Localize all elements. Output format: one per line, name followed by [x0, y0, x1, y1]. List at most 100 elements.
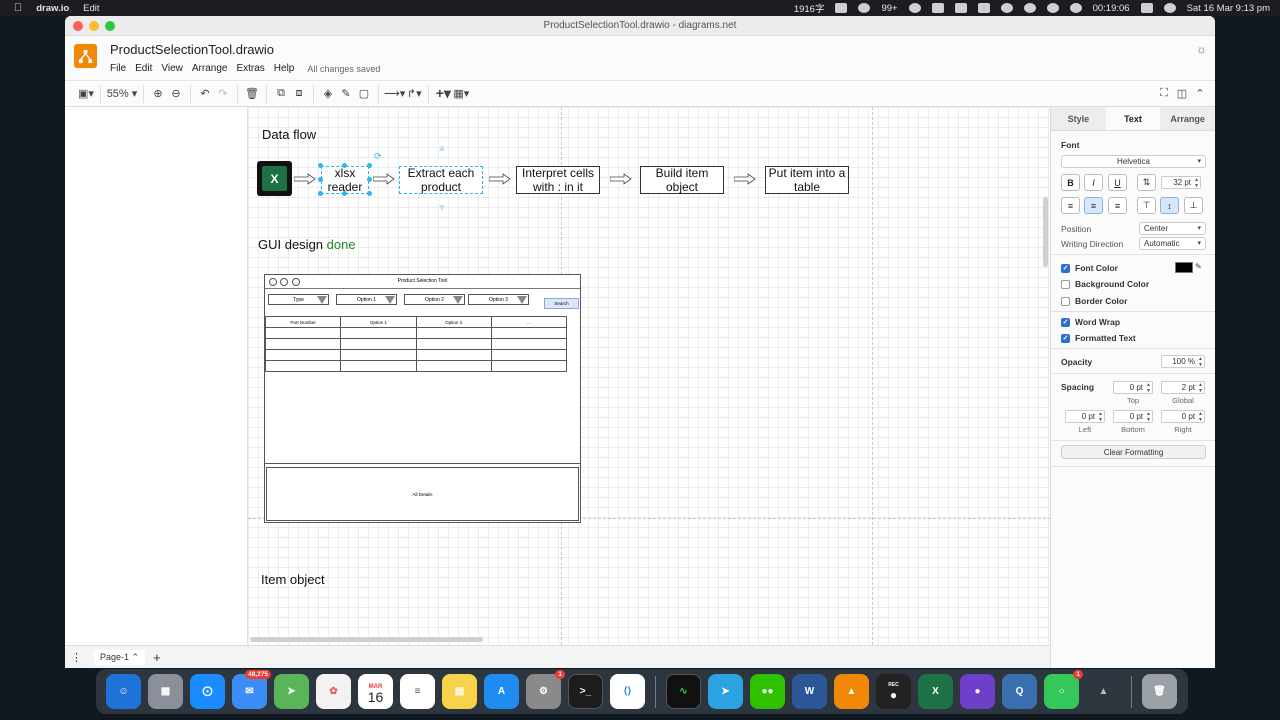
align-bottom-icon[interactable]: ⊥	[1184, 197, 1203, 214]
theme-toggle-icon[interactable]: ☼	[1196, 42, 1207, 56]
excel-file-icon[interactable]: X	[257, 161, 292, 196]
flow-arrow[interactable]	[373, 173, 395, 185]
item-object-label[interactable]: Item object	[261, 572, 325, 587]
siri-icon[interactable]	[1163, 3, 1176, 13]
resize-handle[interactable]	[318, 177, 323, 182]
drawio-dock-icon[interactable]: ▲	[834, 674, 869, 709]
word-count-status[interactable]: 1916字	[794, 1, 825, 15]
italic-button[interactable]: I	[1084, 174, 1103, 191]
spacing-global-input[interactable]: 2 pt ▲ ▼	[1161, 381, 1205, 394]
format-panel-icon[interactable]: ◫	[1173, 84, 1191, 104]
tab-arrange[interactable]: Arrange	[1160, 107, 1215, 130]
system-settings-icon[interactable]: ⚙ 1	[526, 670, 565, 709]
menu-file[interactable]: File	[110, 63, 126, 74]
menubar-edit[interactable]: Edit	[83, 3, 99, 14]
app-store-icon[interactable]: A	[484, 674, 519, 709]
zoom-dropdown[interactable]: 55% ▾	[106, 84, 138, 104]
line-color-icon[interactable]: ✎	[337, 84, 355, 104]
align-left-icon[interactable]: ≡	[1061, 197, 1080, 214]
spacing-bottom-input[interactable]: 0 pt ▲ ▼	[1113, 410, 1153, 423]
rotate-handle-icon[interactable]: ⟳	[374, 151, 382, 162]
table-insert-icon[interactable]: ▦▾	[452, 84, 470, 104]
font-size-input[interactable]: 32 pt ▲ ▼	[1161, 176, 1201, 189]
status-s-icon[interactable]	[931, 3, 944, 13]
flow-arrow[interactable]	[734, 173, 756, 185]
resize-handle[interactable]	[367, 191, 372, 196]
mail-icon[interactable]: ✉ 48,275	[232, 670, 271, 709]
font-color-checkbox[interactable]: ✓ Font Color	[1061, 263, 1118, 273]
format-panel-toggle-icon[interactable]: ▣▾	[77, 84, 95, 104]
resize-handle[interactable]	[367, 163, 372, 168]
messages-icon[interactable]: ○ 1	[1044, 670, 1083, 709]
resize-handle[interactable]	[318, 163, 323, 168]
stepper-icon[interactable]: ▲ ▼	[1198, 356, 1203, 368]
resize-handle[interactable]	[367, 177, 372, 182]
launchpad-icon[interactable]: ▩	[148, 674, 183, 709]
gui-design-label[interactable]: GUI design done	[258, 237, 356, 252]
gui-mockup[interactable]: Product Selection Tool Type Option 1 Opt…	[264, 274, 581, 523]
spotlight-search-icon[interactable]	[1023, 3, 1036, 13]
word-icon[interactable]: W	[792, 674, 827, 709]
quicktime-icon[interactable]: Q	[1002, 674, 1037, 709]
stepper-icon[interactable]: ▲ ▼	[1098, 411, 1103, 423]
flow-box-xlsx-reader[interactable]: xlsx reader	[321, 166, 369, 194]
menu-help[interactable]: Help	[274, 63, 295, 74]
vertical-scrollbar[interactable]	[1043, 197, 1048, 267]
resize-handle[interactable]	[342, 163, 347, 168]
connect-arrow-down-icon[interactable]: ▼	[437, 203, 447, 214]
undo-icon[interactable]: ↶	[196, 84, 214, 104]
insert-plus-icon[interactable]: +▾	[434, 84, 452, 104]
maps-icon[interactable]: ➤	[274, 674, 309, 709]
trash-icon[interactable]: 🗑	[1142, 674, 1177, 709]
stepper-icon[interactable]: ▲ ▼	[1198, 382, 1203, 394]
waypoints-icon[interactable]: ↱▾	[405, 84, 423, 104]
terminal-icon[interactable]: >_	[568, 674, 603, 709]
screen-recorder-icon[interactable]: REC ●	[876, 674, 911, 709]
flow-arrow[interactable]	[610, 173, 632, 185]
flow-box-put-into-table[interactable]: Put item into a table	[765, 166, 849, 194]
document-title[interactable]: ProductSelectionTool.drawio	[110, 42, 274, 57]
collapse-toolbar-icon[interactable]: ⌃	[1191, 84, 1209, 104]
spacing-right-input[interactable]: 0 pt ▲ ▼	[1161, 410, 1205, 423]
border-color-checkbox[interactable]: Border Color	[1061, 296, 1127, 306]
formatted-text-checkbox[interactable]: ✓ Formatted Text	[1061, 333, 1136, 343]
align-middle-icon[interactable]: ↕	[1160, 197, 1179, 214]
fullscreen-icon[interactable]: ⛶	[1155, 84, 1173, 104]
underline-button[interactable]: U	[1108, 174, 1127, 191]
control-center-icon[interactable]	[1140, 3, 1153, 13]
activity-monitor-icon[interactable]: ∿	[666, 674, 701, 709]
input-method-icon[interactable]	[835, 3, 848, 13]
photos-icon[interactable]: ✿	[316, 674, 351, 709]
notes-icon[interactable]: ▤	[442, 674, 477, 709]
rocket-icon[interactable]: ▲	[1086, 674, 1121, 709]
spacing-top-input[interactable]: 0 pt ▲ ▼	[1113, 381, 1153, 394]
connection-style-icon[interactable]: ⟶▾	[384, 84, 405, 104]
telegram-icon[interactable]: ➤	[708, 674, 743, 709]
add-page-icon[interactable]: +	[153, 650, 161, 665]
redo-icon[interactable]: ↷	[214, 84, 232, 104]
menu-edit[interactable]: Edit	[135, 63, 152, 74]
excel-icon[interactable]: X	[918, 674, 953, 709]
wifi-icon[interactable]	[1000, 3, 1013, 13]
bold-button[interactable]: B	[1061, 174, 1080, 191]
horizontal-scrollbar[interactable]	[250, 637, 483, 642]
font-color-swatch[interactable]	[1175, 262, 1193, 273]
window-titlebar[interactable]: ProductSelectionTool.drawio - diagrams.n…	[65, 16, 1215, 36]
flow-arrow[interactable]	[489, 173, 511, 185]
wechat-status-icon[interactable]	[858, 3, 871, 13]
menu-extras[interactable]: Extras	[236, 63, 264, 74]
safari-icon[interactable]: ⨀	[190, 674, 225, 709]
fill-color-icon[interactable]: ◈	[319, 84, 337, 104]
zoom-out-icon[interactable]: ⊖	[167, 84, 185, 104]
stepper-icon[interactable]: ▲ ▼	[1198, 411, 1203, 423]
display-icon[interactable]	[954, 3, 967, 13]
stepper-icon[interactable]: ▲ ▼	[1194, 177, 1199, 189]
data-flow-label[interactable]: Data flow	[262, 127, 316, 142]
tab-style[interactable]: Style	[1051, 107, 1106, 130]
font-family-select[interactable]: Helvetica ▾	[1061, 155, 1206, 168]
to-front-icon[interactable]: ⧉	[272, 84, 290, 104]
stepper-icon[interactable]: ▲ ▼	[1146, 411, 1151, 423]
delete-icon[interactable]: 🗑	[243, 84, 261, 104]
menu-arrange[interactable]: Arrange	[192, 63, 228, 74]
apple-menu-icon[interactable]: 	[14, 2, 22, 14]
